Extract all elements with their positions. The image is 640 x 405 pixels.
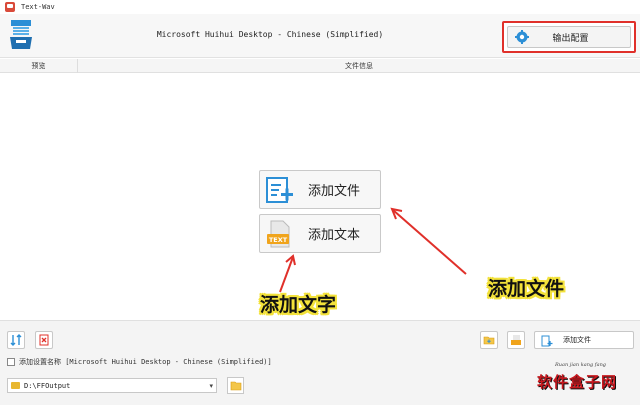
output-path-value: D:\FFOutput [24, 381, 71, 390]
sort-icon [10, 334, 22, 346]
output-path-select[interactable]: D:\FFOutput ▾ [7, 378, 217, 393]
watermark-text: 软件盒子网 [537, 373, 618, 391]
browse-folder-button[interactable] [227, 377, 244, 394]
add-file-small-label: 添加文件 [563, 336, 591, 344]
watermark: Ruan jian kang fang 软件盒子网 [537, 362, 633, 398]
text-file-icon-label: TEXT [269, 236, 288, 244]
column-file-info[interactable]: 文件信息 [78, 59, 640, 73]
add-voice-name-checkbox[interactable] [7, 358, 15, 366]
output-config-button[interactable]: 输出配置 [507, 26, 631, 48]
chevron-down-icon: ▾ [209, 382, 213, 390]
add-folder-button[interactable] [480, 331, 498, 349]
header: Microsoft Huihui Desktop - Chinese (Simp… [0, 14, 640, 58]
output-config-highlight: 输出配置 [502, 21, 636, 53]
gear-icon [515, 30, 529, 44]
add-file-button[interactable]: 添加文件 [259, 170, 381, 209]
add-file-label: 添加文件 [308, 184, 361, 199]
window-title: Text-Wav [21, 3, 55, 11]
add-file-small-button[interactable]: 添加文件 [534, 331, 634, 349]
app-name: Microsoft Huihui Desktop - Chinese (Simp… [156, 30, 384, 39]
annotation-add-file: 添加文件 [488, 278, 565, 300]
annotation-add-text: 添加文字 [260, 294, 337, 316]
text-file-icon: TEXT [267, 220, 290, 247]
add-file-small-icon [541, 335, 553, 347]
add-voice-name-row[interactable]: 添加设置名称 [Microsoft Huihui Desktop - Chine… [7, 357, 272, 367]
open-folder-icon [230, 381, 241, 391]
clear-list-button[interactable] [35, 331, 53, 349]
add-file-icon [266, 176, 293, 203]
list-header: 预览 文件信息 [0, 59, 640, 73]
add-text-button[interactable]: TEXT 添加文本 [259, 214, 381, 253]
add-text-label: 添加文本 [308, 228, 361, 243]
title-bar: Text-Wav [0, 0, 640, 14]
add-folder-icon [483, 336, 495, 345]
app-icon [5, 2, 15, 12]
sort-button[interactable] [7, 331, 25, 349]
clear-list-icon [39, 334, 49, 346]
folder-icon [11, 382, 20, 389]
column-preview[interactable]: 预览 [0, 59, 78, 73]
add-voice-name-label: 添加设置名称 [Microsoft Huihui Desktop - Chine… [19, 358, 272, 366]
output-config-label: 输出配置 [552, 33, 589, 44]
add-text-small-button[interactable] [507, 331, 525, 349]
text-file-small-icon [511, 335, 521, 345]
watermark-script: Ruan jian kang fang [555, 362, 606, 368]
